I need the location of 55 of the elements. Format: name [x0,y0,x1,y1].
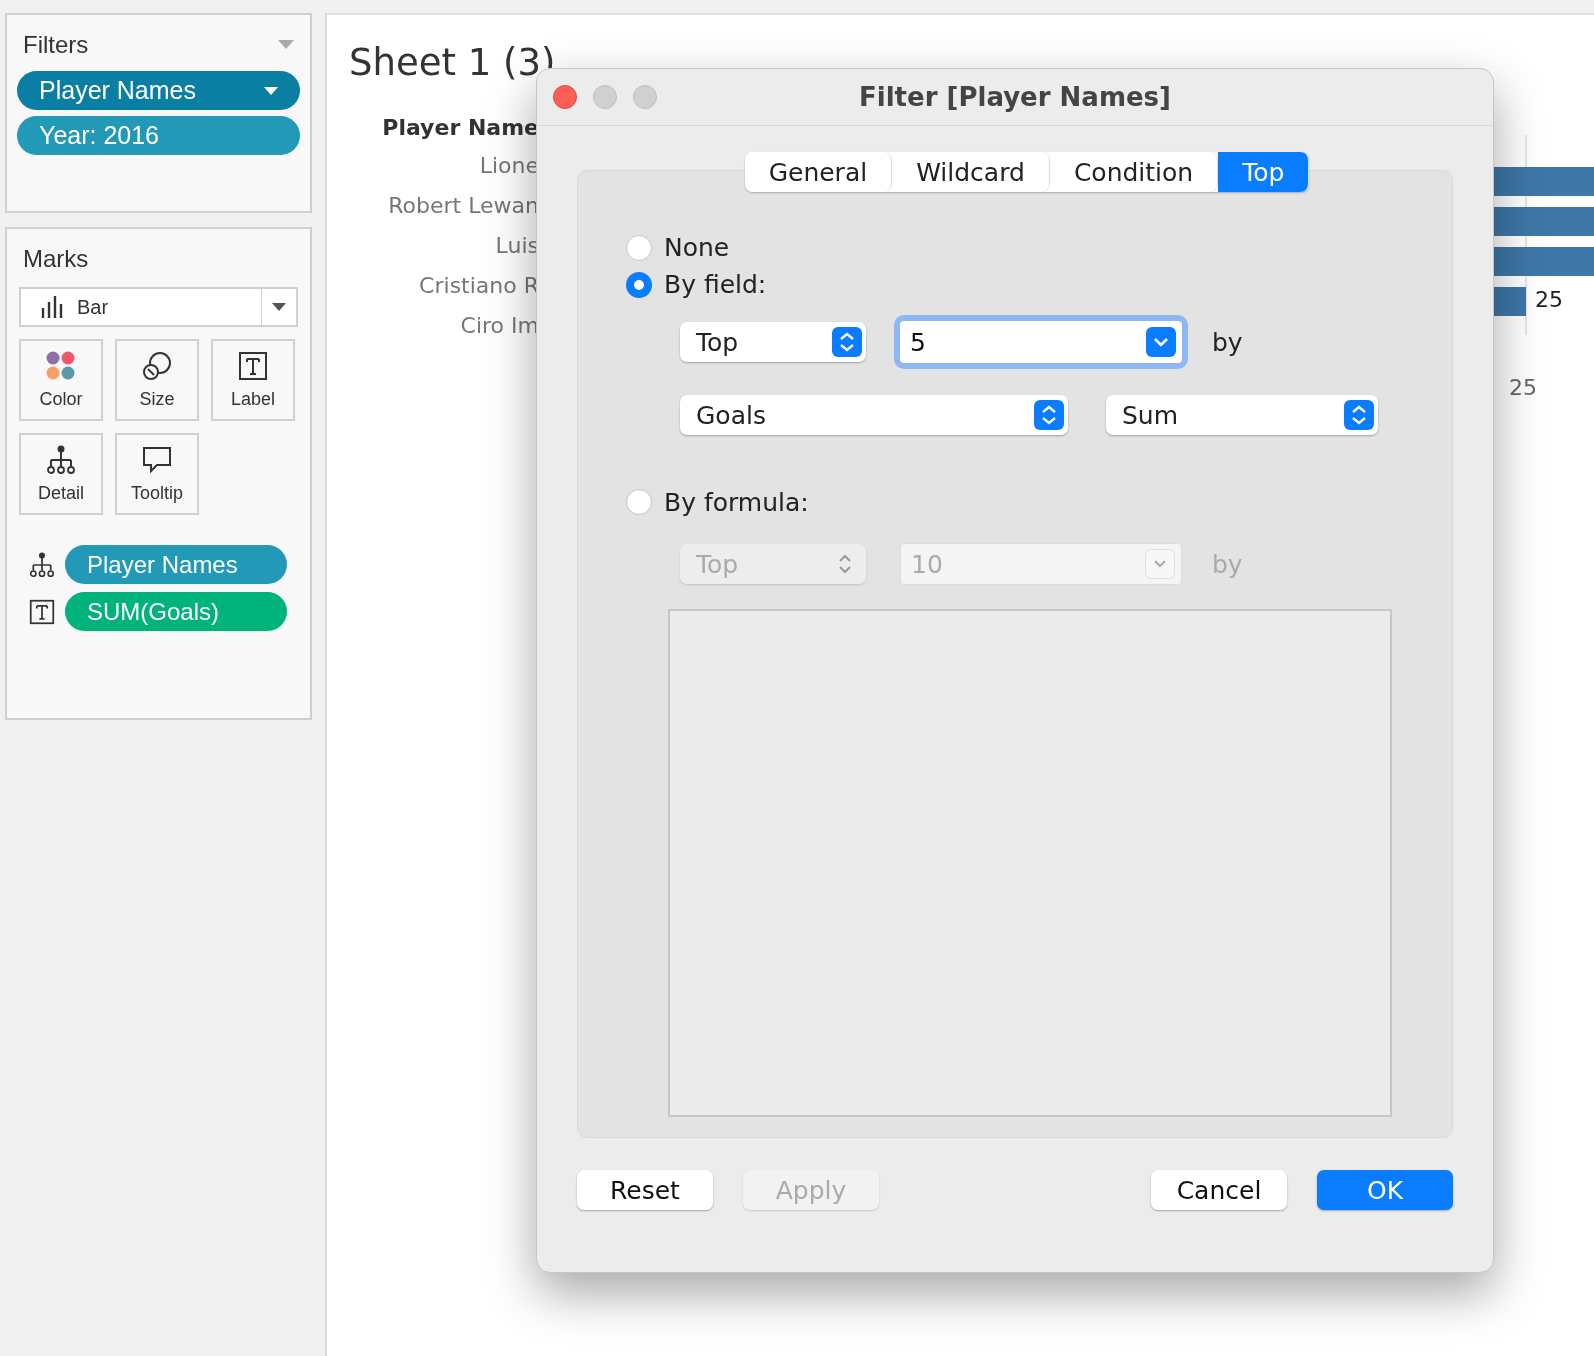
mark-type-dropdown[interactable]: Bar [19,287,298,327]
dialog-title: Filter [Player Names] [859,82,1171,112]
bar [1493,287,1526,316]
radio-label: None [664,233,730,262]
hierarchy-icon [46,444,76,475]
text-label-icon [238,350,268,381]
bar-chart-icon [41,296,63,318]
stepper-icon [832,327,862,357]
radio-button[interactable] [626,489,652,515]
size-circles-icon [142,350,172,381]
hierarchy-icon [29,551,55,578]
radio-label: By formula: [664,487,809,517]
radio-label: By field: [664,270,767,299]
mark-card[interactable]: Size [115,339,199,421]
field-select[interactable]: Goals [680,395,1068,435]
radio-button[interactable] [626,271,652,298]
caret-icon[interactable] [278,40,294,50]
row-label: Luis [495,233,539,260]
direction-select[interactable]: Top [680,322,866,362]
mark-card[interactable]: Color [19,339,103,421]
filter-pill[interactable]: Player Names [17,71,300,110]
chevron-down-icon [1146,327,1176,357]
tab[interactable]: General [744,152,893,192]
dialog-button[interactable]: OK [1317,1170,1453,1210]
panel-title: Marks [23,245,89,273]
text-label-icon [29,598,55,625]
dialog-button[interactable]: Reset [577,1170,713,1210]
bar-value-label: 25 [1535,287,1563,312]
mark-card[interactable]: Tooltip [115,433,199,515]
column-header: Player Name [382,115,539,142]
panel-title: Filters [23,31,89,59]
mark-card[interactable]: Label [211,339,295,421]
tab[interactable]: Top [1218,152,1310,192]
stepper-icon [1344,400,1374,430]
zoom-button[interactable] [633,85,657,109]
caret-icon[interactable] [264,86,278,95]
close-button[interactable] [553,85,577,109]
chevron-down-icon [1145,549,1175,579]
count-combo-box: 10 [900,543,1182,585]
row-label: Robert Lewan [388,193,539,220]
dialog-button[interactable]: Cancel [1151,1170,1287,1210]
minimize-button[interactable] [593,85,617,109]
by-label: by [1212,549,1243,579]
speech-bubble-icon [142,444,172,475]
stepper-icon [1034,400,1064,430]
color-dots-icon [46,350,76,381]
axis-tick-label: 25 [1509,375,1537,400]
by-label: by [1212,327,1243,357]
aggregation-select[interactable]: Sum [1106,395,1378,435]
direction-select: Top [680,544,866,584]
mark-card[interactable]: Detail [19,433,103,515]
stepper-icon [838,553,852,575]
caret-icon [272,303,286,311]
radio-button[interactable] [626,234,652,261]
row-label: Lione [479,153,539,180]
